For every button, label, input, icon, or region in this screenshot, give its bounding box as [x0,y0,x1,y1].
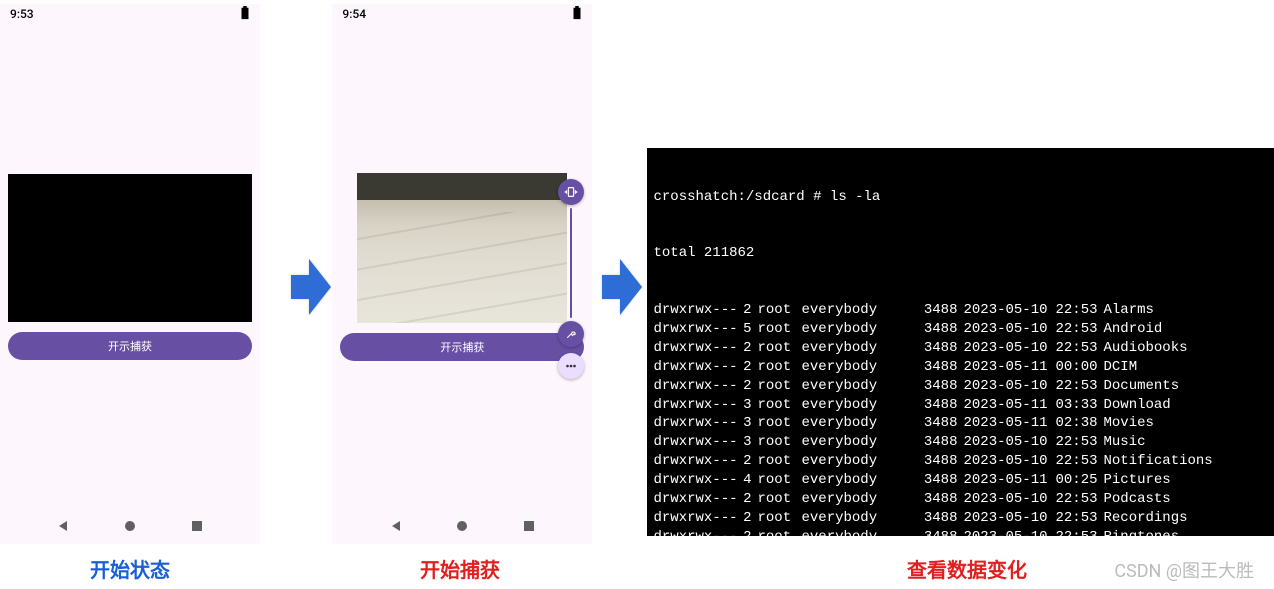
caption-start-capture: 开始捕获 [330,554,590,583]
slider-track[interactable] [570,208,572,318]
more-icon[interactable] [558,353,584,379]
nav-back-icon[interactable] [389,518,403,537]
start-capture-button[interactable]: 开示捕获 [8,332,252,360]
terminal-prompt: crosshatch:/sdcard # ls -la [653,188,1268,207]
phone-right-content: 开示捕获 [332,24,592,510]
terminal-row: drwxrwx---3rooteverybody34882023-05-1103… [653,396,1268,415]
status-time: 9:54 [342,7,366,21]
terminal-row: drwxrwx---2rooteverybody34882023-05-1022… [653,339,1268,358]
terminal-row: drwxrwx---2rooteverybody34882023-05-1022… [653,490,1268,509]
terminal-row: drwxrwx---2rooteverybody34882023-05-1022… [653,528,1268,536]
battery-icon [572,6,582,23]
nav-back-icon[interactable] [56,518,70,537]
terminal-row: drwxrwx---2rooteverybody34882023-05-1022… [653,377,1268,396]
start-capture-button[interactable]: 开示捕获 [340,333,584,361]
android-nav-bar [0,510,260,544]
status-bar: 9:53 [0,4,260,24]
terminal-total: total 211862 [653,244,1268,263]
terminal-row: drwxrwx---3rooteverybody34882023-05-1102… [653,414,1268,433]
android-nav-bar [332,510,592,544]
status-bar: 9:54 [332,4,592,24]
terminal-row: drwxrwx---4rooteverybody34882023-05-1100… [653,471,1268,490]
terminal-row: drwxrwx---5rooteverybody34882023-05-1022… [653,320,1268,339]
terminal-output[interactable]: crosshatch:/sdcard # ls -la total 211862… [647,148,1274,536]
arrow-icon [289,254,332,320]
watermark: CSDN @图王大胜 [1114,557,1254,583]
status-time: 9:53 [10,7,34,21]
camera-preview [357,173,567,323]
phone-left: 9:53 开示捕获 [0,4,260,544]
phone-left-content: 开示捕获 [0,24,260,510]
arrow-icon [600,254,643,320]
terminal-row: drwxrwx---2rooteverybody34882023-05-1022… [653,301,1268,320]
terminal-row: drwxrwx---2rooteverybody34882023-05-1022… [653,452,1268,471]
nav-home-icon[interactable] [455,518,469,537]
terminal-row: drwxrwx---2rooteverybody34882023-05-1022… [653,509,1268,528]
nav-recent-icon[interactable] [190,518,204,537]
tools-icon[interactable] [558,321,584,347]
side-controls [558,176,584,382]
nav-home-icon[interactable] [123,518,137,537]
vibrate-icon[interactable] [558,179,584,205]
captions: 开始状态 开始捕获 查看数据变化 [0,554,1274,583]
nav-recent-icon[interactable] [522,518,536,537]
layout-row: 9:53 开示捕获 9:54 开示捕获 [0,0,1274,544]
phone-right: 9:54 开示捕获 [332,4,592,544]
terminal-row: drwxrwx---2rooteverybody34882023-05-1100… [653,358,1268,377]
preview-placeholder [8,174,252,322]
terminal-row: drwxrwx---3rooteverybody34882023-05-1022… [653,433,1268,452]
battery-icon [240,6,250,23]
caption-start-state: 开始状态 [0,554,260,583]
